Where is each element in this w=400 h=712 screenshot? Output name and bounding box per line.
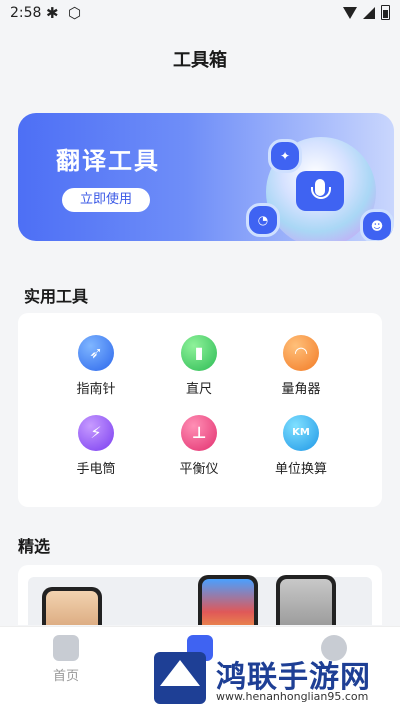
tool-ruler[interactable]: ▮ 直尺: [159, 335, 239, 397]
translate-banner[interactable]: 翻译工具 立即使用 ✦ ◔ ☻: [18, 113, 394, 241]
ruler-icon: ▮: [181, 335, 217, 371]
tool-unit-convert[interactable]: KM 单位换算: [261, 415, 341, 477]
tools-section-title: 实用工具: [24, 287, 89, 306]
microphone-icon: [296, 171, 344, 211]
tool-label: 手电筒: [76, 462, 116, 477]
speech-icon: ◔: [246, 203, 280, 237]
robot-icon: ☻: [360, 209, 394, 241]
cube-icon: ⬡: [68, 4, 82, 22]
level-icon: ⊥: [181, 415, 217, 451]
page-title: 工具箱: [173, 50, 227, 71]
unit-convert-icon: KM: [283, 415, 319, 451]
tool-label: 量角器: [281, 382, 321, 397]
asterisk-icon: ✱: [46, 4, 59, 22]
banner-title: 翻译工具: [56, 147, 160, 175]
featured-card[interactable]: [18, 565, 382, 625]
tool-compass[interactable]: ➶ 指南针: [56, 335, 136, 397]
tool-level[interactable]: ⊥ 平衡仪: [159, 415, 239, 477]
tool-label: 平衡仪: [179, 462, 219, 477]
sparkle-icon: ✦: [268, 139, 302, 173]
tool-label: 直尺: [185, 382, 212, 397]
phone-image: [198, 575, 258, 625]
tool-label: 单位换算: [274, 462, 327, 477]
watermark: 鸿联手游网 www.henanhonglian95.com: [150, 650, 400, 711]
protractor-icon: ◠: [283, 335, 319, 371]
tools-card: ➶ 指南针 ▮ 直尺 ◠ 量角器 ⚡ 手电筒 ⊥ 平衡仪 KM 单位换算: [18, 313, 382, 507]
phone-image: [276, 575, 336, 625]
status-time: 2:58: [10, 5, 42, 21]
featured-section-title: 精选: [18, 537, 51, 556]
signal-icon: [363, 6, 375, 19]
tool-flashlight[interactable]: ⚡ 手电筒: [56, 415, 136, 477]
use-now-button[interactable]: 立即使用: [62, 188, 150, 212]
wifi-icon: [343, 6, 357, 19]
status-bar: 2:58 ✱ ⬡: [0, 0, 400, 28]
tool-protractor[interactable]: ◠ 量角器: [261, 335, 341, 397]
watermark-logo: [154, 652, 206, 704]
tool-label: 指南针: [76, 382, 116, 397]
tab-home[interactable]: 首页: [26, 635, 106, 684]
phone-image: [42, 587, 102, 625]
home-icon: [53, 635, 79, 661]
flashlight-icon: ⚡: [78, 415, 114, 451]
tab-label: 首页: [52, 669, 79, 684]
compass-icon: ➶: [78, 335, 114, 371]
watermark-url: www.henanhonglian95.com: [216, 690, 369, 703]
battery-icon: [381, 5, 390, 20]
